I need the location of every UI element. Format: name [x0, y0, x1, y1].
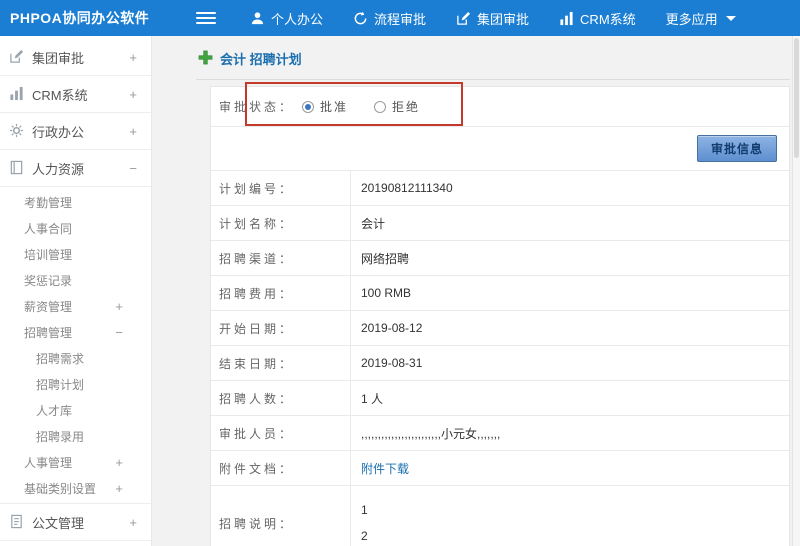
field-row-plan-name: 计划名称： 会计	[211, 206, 789, 241]
radio-approve[interactable]	[302, 100, 315, 113]
radio-reject[interactable]	[374, 100, 387, 113]
sidebar-item-vehicle[interactable]: 用车管理 +	[0, 541, 151, 546]
sidebar-item-rewards[interactable]: 奖惩记录	[0, 267, 151, 293]
sidebar-item-document[interactable]: 公文管理 +	[0, 504, 151, 541]
expand-icon[interactable]: +	[129, 87, 137, 102]
field-row-channel: 招聘渠道： 网络招聘	[211, 241, 789, 276]
field-label: 附件文档：	[211, 451, 351, 485]
main-content: 会计 招聘计划 审批状态： 批准 拒绝 审批信息 计划编号： 201908121…	[152, 36, 800, 546]
vertical-scrollbar[interactable]	[792, 36, 800, 546]
expand-icon[interactable]: +	[115, 481, 123, 496]
sidebar-item-crm[interactable]: CRM系统 +	[0, 76, 151, 113]
sidebar-item-recruitment[interactable]: 招聘管理 −	[0, 319, 151, 345]
menu-toggle-icon[interactable]	[196, 9, 216, 27]
gear-icon	[9, 123, 25, 139]
chart-icon	[559, 11, 574, 26]
button-row: 审批信息	[211, 127, 789, 171]
field-label: 计划编号：	[211, 171, 351, 205]
collapse-icon[interactable]: −	[129, 161, 137, 176]
field-value: 附件下载	[351, 451, 789, 485]
sidebar-item-hr[interactable]: 人力资源 −	[0, 150, 151, 187]
expand-icon[interactable]: +	[115, 299, 123, 314]
sidebar: 集团审批 + CRM系统 + 行政办公 + 人力资源 − 考勤管理 人事合同 培…	[0, 36, 152, 546]
approval-status-row: 审批状态： 批准 拒绝	[211, 87, 789, 127]
field-value: 网络招聘	[361, 251, 410, 266]
field-row-start-date: 开始日期： 2019-08-12	[211, 311, 789, 346]
sidebar-item-talent-pool[interactable]: 人才库	[0, 397, 151, 423]
field-row-description: 招聘说明： 1 2	[211, 486, 789, 546]
sidebar-item-attendance[interactable]: 考勤管理	[0, 189, 151, 215]
top-navbar: PHPOA协同办公软件 个人办公 流程审批 集团审批 CRM系统 更多应用	[0, 0, 800, 36]
edit-icon	[456, 11, 471, 26]
field-label: 开始日期：	[211, 311, 351, 345]
edit-icon	[9, 49, 25, 65]
sidebar-item-hr-contract[interactable]: 人事合同	[0, 215, 151, 241]
sidebar-item-salary[interactable]: 薪资管理 +	[0, 293, 151, 319]
expand-icon[interactable]: +	[129, 124, 137, 139]
field-value: 1 2	[351, 486, 789, 546]
page-title: 会计 招聘计划	[220, 52, 302, 67]
sidebar-item-recruit-plan[interactable]: 招聘计划	[0, 371, 151, 397]
expand-icon[interactable]: +	[129, 50, 137, 65]
field-label: 计划名称：	[211, 206, 351, 240]
field-value: 2019-08-31	[361, 356, 423, 370]
field-row-end-date: 结束日期： 2019-08-31	[211, 346, 789, 381]
expand-icon[interactable]: +	[129, 515, 137, 530]
chart-icon	[9, 86, 25, 102]
book-icon	[9, 160, 25, 176]
field-value: 100 RMB	[361, 286, 412, 300]
sidebar-item-recruit-hire[interactable]: 招聘录用	[0, 423, 151, 449]
field-row-attachment: 附件文档： 附件下载	[211, 451, 789, 486]
nav-process-approval[interactable]: 流程审批	[353, 9, 426, 28]
field-row-plan-no: 计划编号： 20190812111340	[211, 171, 789, 206]
caret-down-icon	[725, 15, 736, 21]
sidebar-item-recruit-demand[interactable]: 招聘需求	[0, 345, 151, 371]
field-label: 招聘费用：	[211, 276, 351, 310]
field-value: 20190812111340	[361, 181, 453, 195]
collapse-icon[interactable]: −	[115, 325, 123, 340]
nav-more-apps[interactable]: 更多应用	[666, 9, 736, 28]
sidebar-item-personnel[interactable]: 人事管理 +	[0, 449, 151, 475]
approval-form: 审批状态： 批准 拒绝 审批信息 计划编号： 20190812111340 计划…	[210, 86, 790, 546]
process-icon	[353, 11, 368, 26]
expand-icon[interactable]: +	[115, 455, 123, 470]
page-header: 会计 招聘计划	[196, 49, 790, 80]
field-label: 招聘人数：	[211, 381, 351, 415]
plus-icon	[198, 50, 213, 68]
app-logo: PHPOA协同办公软件	[10, 10, 150, 26]
sidebar-item-training[interactable]: 培训管理	[0, 241, 151, 267]
field-value: 会计	[361, 216, 386, 231]
doc-icon	[9, 514, 25, 530]
field-label: 招聘说明：	[211, 486, 351, 546]
field-row-cost: 招聘费用： 100 RMB	[211, 276, 789, 311]
approval-radio-group: 批准 拒绝	[302, 98, 420, 115]
field-value: ,,,,,,,,,,,,,,,,,,,,,,,,小元女,,,,,,,	[361, 426, 501, 441]
attachment-download-link[interactable]: 附件下载	[361, 460, 409, 477]
field-label: 审批人员：	[211, 416, 351, 450]
nav-crm[interactable]: CRM系统	[559, 9, 636, 28]
scrollbar-thumb[interactable]	[794, 38, 799, 158]
sidebar-item-admin-office[interactable]: 行政办公 +	[0, 113, 151, 150]
field-row-approvers: 审批人员： ,,,,,,,,,,,,,,,,,,,,,,,,小元女,,,,,,,	[211, 416, 789, 451]
radio-option-approve[interactable]: 批准	[302, 98, 348, 115]
field-label: 审批状态：	[219, 100, 295, 114]
field-row-headcount: 招聘人数： 1 人	[211, 381, 789, 416]
person-icon	[250, 11, 265, 26]
sidebar-item-base-category[interactable]: 基础类别设置 +	[0, 475, 151, 501]
hr-submenu: 考勤管理 人事合同 培训管理 奖惩记录 薪资管理 + 招聘管理 − 招聘需求 招聘计…	[0, 187, 151, 504]
description-line: 2	[361, 529, 368, 543]
field-label: 招聘渠道：	[211, 241, 351, 275]
field-label: 结束日期：	[211, 346, 351, 380]
approval-info-button[interactable]: 审批信息	[696, 135, 777, 162]
radio-option-reject[interactable]: 拒绝	[374, 98, 420, 115]
description-line: 1	[361, 503, 368, 517]
nav-group-approval[interactable]: 集团审批	[456, 9, 529, 28]
nav-personal-office[interactable]: 个人办公	[250, 9, 323, 28]
field-value: 2019-08-12	[361, 321, 423, 335]
sidebar-item-group-approval[interactable]: 集团审批 +	[0, 39, 151, 76]
field-value: 1 人	[361, 391, 384, 406]
